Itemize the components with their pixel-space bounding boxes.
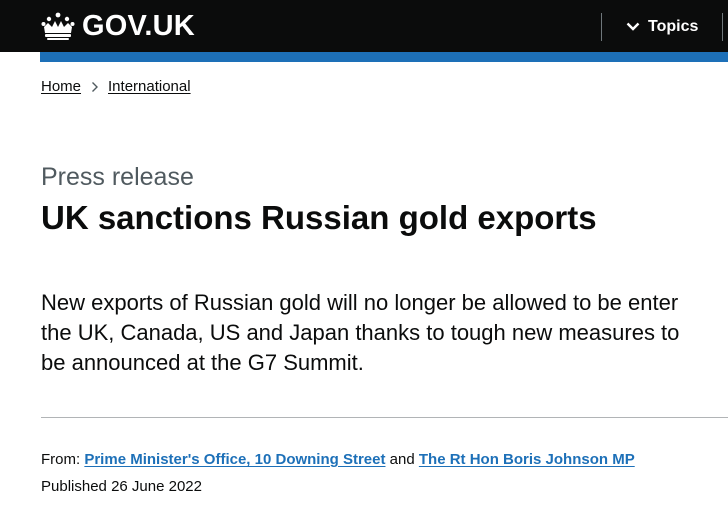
published-date: 26 June 2022 (111, 478, 202, 495)
page-title: UK sanctions Russian gold exports (41, 199, 597, 236)
header-divider-right (722, 13, 723, 41)
govuk-logo-link[interactable]: GOV.UK (40, 10, 195, 42)
header-divider (601, 13, 602, 41)
breadcrumb-international-link[interactable]: International (108, 78, 191, 95)
crown-icon (41, 12, 75, 40)
site-header: GOV.UK Topics (0, 0, 728, 52)
breadcrumb-home-link[interactable]: Home (41, 78, 81, 95)
from-link-boris-johnson[interactable]: The Rt Hon Boris Johnson MP (419, 451, 635, 468)
metadata-published: Published 26 June 2022 (41, 478, 202, 495)
breadcrumb: Home International (41, 78, 191, 95)
topics-menu-button[interactable]: Topics (626, 15, 698, 39)
and-text: and (389, 451, 415, 468)
published-label: Published (41, 478, 107, 495)
section-divider (41, 417, 728, 418)
lead-paragraph: New exports of Russian gold will no long… (41, 290, 680, 375)
logo-text: GOV.UK (82, 10, 195, 42)
from-label: From: (41, 451, 81, 468)
chevron-down-icon (626, 22, 640, 31)
chevron-right-icon (92, 81, 99, 92)
metadata-from: From: Prime Minister's Office, 10 Downin… (41, 451, 635, 468)
page-caption: Press release (41, 163, 194, 191)
header-accent-bar (40, 52, 728, 62)
topics-label: Topics (648, 18, 699, 35)
from-link-prime-ministers-office[interactable]: Prime Minister's Office, 10 Downing Stre… (84, 451, 385, 468)
